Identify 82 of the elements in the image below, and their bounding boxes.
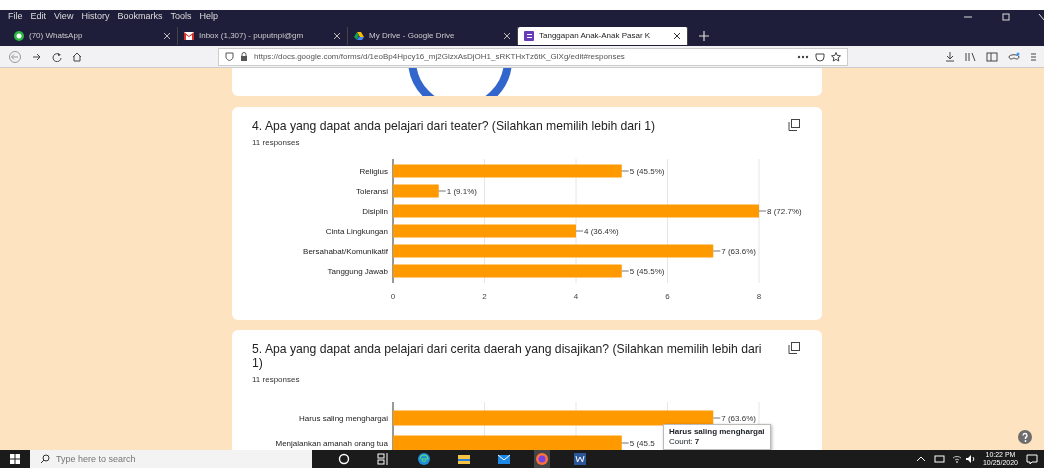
- copy-icon[interactable]: [788, 119, 800, 131]
- value-label: 7 (63.6%): [721, 247, 756, 256]
- library-icon[interactable]: [965, 51, 976, 62]
- axis-tick-label: 2: [482, 292, 487, 301]
- category-label: Bersahabat/Komunikatif: [303, 247, 388, 256]
- axis-tick-label: 8: [756, 292, 762, 301]
- question-title: 5. Apa yang dapat anda pelajari dari cerita daerah yang disajikan? (Silahkan memilih lebih dari 1): [252, 342, 763, 370]
- browser-tab[interactable]: Inbox (1,307) - puputnpi@gm: [178, 27, 348, 45]
- category-label: Toleransi: [356, 187, 388, 196]
- browser-tab[interactable]: Tanggapan Anak-Anak Pasar K: [518, 27, 688, 45]
- favicon-icon: [184, 31, 194, 41]
- question-title: 4. Apa yang dapat anda pelajari dari teater? (Silahkan memilih lebih dari 1): [252, 119, 657, 133]
- response-count: 11 responses: [251, 137, 301, 149]
- favicon-icon: [354, 31, 364, 41]
- more-icon[interactable]: [797, 54, 809, 59]
- leader-line: [621, 442, 630, 444]
- value-label: 1 (9.1%): [446, 187, 477, 196]
- category-label: Religius: [359, 167, 388, 176]
- axis-tick-label: 6: [665, 292, 670, 301]
- value-label: 5 (45.5: [629, 439, 655, 448]
- chevron-up-icon[interactable]: [915, 454, 926, 464]
- leader-line: [758, 210, 767, 212]
- category-label: Tanggung Jawab: [327, 267, 388, 276]
- url-text: https://docs.google.com/forms/d/1eoBp4Hpcy16_mj2GlzxAsDjOH1_sRKTHxTz6tK_GlXg/edit#responses: [254, 50, 626, 63]
- value-label: 4 (36.4%): [584, 227, 619, 236]
- firefox-icon[interactable]: [534, 450, 550, 468]
- lock-icon: [240, 52, 248, 61]
- response-count: 11 responses: [251, 374, 301, 386]
- leader-line: [712, 250, 721, 252]
- new-tab-icon[interactable]: [698, 30, 710, 42]
- value-label: 8 (72.7%): [767, 207, 802, 216]
- menu-item[interactable]: Help: [195, 10, 222, 24]
- reload-icon[interactable]: [52, 51, 62, 62]
- sidebar-icon[interactable]: [986, 51, 998, 62]
- speaker-icon[interactable]: [964, 454, 975, 464]
- restore-icon[interactable]: [1000, 12, 1012, 22]
- menu-item[interactable]: History: [77, 10, 114, 24]
- notification-icon[interactable]: [1026, 454, 1038, 464]
- browser-icon[interactable]: [416, 450, 432, 468]
- axis-tick-label: 4: [573, 292, 579, 301]
- tooltip-title: Harus saling menghargai: [669, 427, 765, 437]
- bar: [393, 184, 439, 198]
- category-label: Harus saling menghargai: [299, 414, 388, 423]
- mask-icon[interactable]: [1008, 51, 1020, 62]
- leader-line: [575, 230, 584, 232]
- favicon-icon: [14, 31, 24, 41]
- axis-line: [392, 401, 394, 450]
- copy-icon[interactable]: [788, 342, 800, 354]
- home-icon[interactable]: [72, 51, 82, 62]
- menu-item[interactable]: Bookmarks: [113, 10, 167, 24]
- browser-tab[interactable]: (70) WhatsApp: [8, 27, 178, 45]
- leader-line: [621, 270, 630, 272]
- shield-icon: [225, 52, 234, 61]
- close-icon[interactable]: [503, 32, 511, 40]
- leader-line: [712, 417, 721, 419]
- category-label: Disiplin: [362, 207, 388, 216]
- close-icon[interactable]: [163, 32, 171, 40]
- value-label: 5 (45.5%): [629, 267, 665, 276]
- download-icon[interactable]: [945, 51, 955, 62]
- word-icon[interactable]: [572, 450, 588, 468]
- favicon-icon: [524, 31, 534, 41]
- menu-item[interactable]: Tools: [166, 10, 196, 24]
- category-label: Menjalankan amanah orang tua: [275, 439, 388, 448]
- address-bar[interactable]: https://docs.google.com/forms/d/1eoBp4Hpcy16_mj2GlzxAsDjOH1_sRKTHxTz6tK_GlXg/edit#responses: [218, 47, 848, 66]
- help-icon[interactable]: [1018, 430, 1032, 444]
- leader-line: [621, 170, 630, 172]
- leader-line: [438, 190, 447, 192]
- menu-item[interactable]: File: [4, 10, 27, 24]
- axis-tick-label: 0: [390, 292, 396, 301]
- star-icon[interactable]: [831, 51, 841, 62]
- tooltip-text: Count: 7: [669, 437, 701, 447]
- menu-item[interactable]: View: [50, 10, 78, 24]
- value-label: 5 (45.5%): [629, 167, 665, 176]
- close-icon[interactable]: [673, 32, 681, 40]
- menu-item[interactable]: Edit: [26, 10, 51, 24]
- search-icon[interactable]: [40, 454, 50, 464]
- category-label: Cinta Lingkungan: [325, 227, 388, 236]
- pocket-icon[interactable]: [815, 51, 825, 62]
- forward-icon[interactable]: [32, 51, 42, 62]
- close-icon[interactable]: [333, 32, 341, 40]
- wifi-icon[interactable]: [951, 454, 962, 464]
- value-label: 7 (63.6%): [721, 414, 756, 423]
